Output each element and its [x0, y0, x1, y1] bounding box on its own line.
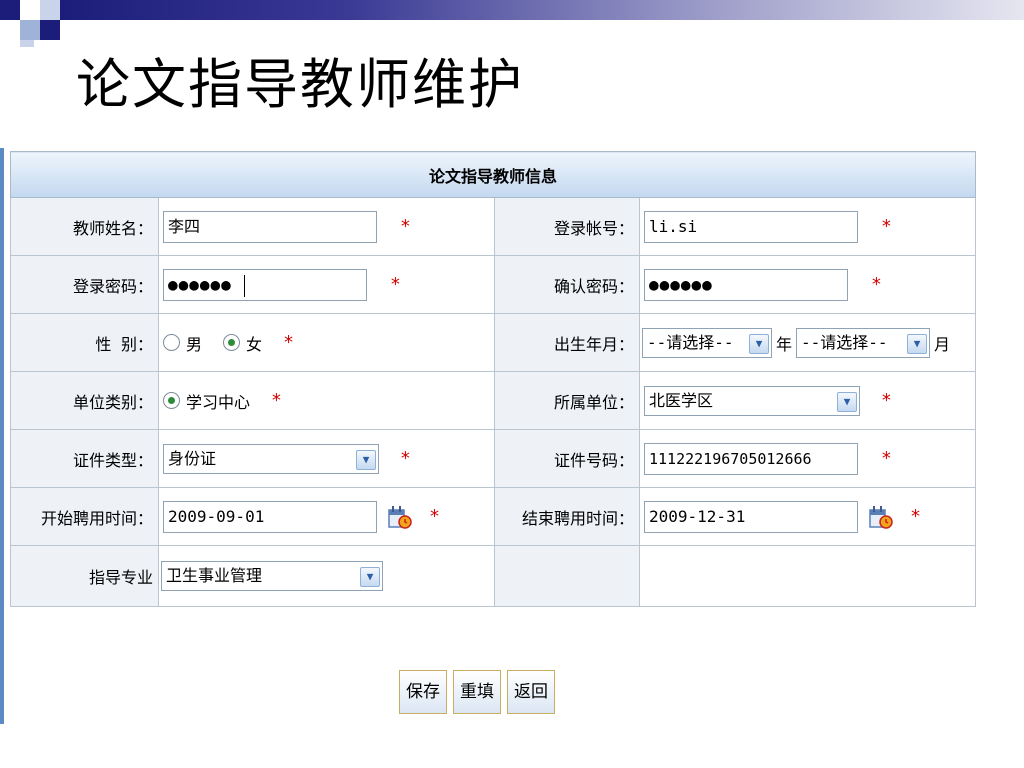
birth-month-select[interactable]: --请选择-- ▼	[796, 327, 931, 358]
confirm-password-label: 确认密码：	[494, 255, 640, 314]
hire-start-input[interactable]: 2009-09-01	[163, 500, 377, 533]
login-account-label: 登录帐号：	[494, 197, 640, 256]
hire-start-label: 开始聘用时间：	[10, 487, 159, 546]
slide-decoration	[0, 0, 1024, 47]
required-mark: *	[429, 506, 440, 527]
gender-label: 性 别：	[10, 313, 159, 372]
birth-label: 出生年月：	[494, 313, 640, 372]
chevron-down-icon: ▼	[360, 567, 380, 587]
month-unit-label: 月	[934, 334, 951, 354]
reset-button[interactable]: 重填	[453, 670, 501, 714]
login-password-value: ●●●●●●	[168, 274, 232, 294]
teacher-name-label: 教师姓名：	[10, 197, 159, 256]
required-mark: *	[283, 332, 294, 353]
required-mark: *	[881, 216, 892, 237]
required-mark: *	[400, 448, 411, 469]
affiliated-unit-label: 所属单位：	[494, 371, 640, 430]
text-cursor	[244, 274, 245, 297]
gender-male-radio[interactable]	[163, 334, 180, 351]
gender-female-radio[interactable]	[223, 334, 241, 351]
calendar-icon[interactable]	[386, 503, 414, 531]
left-border-line	[0, 148, 4, 724]
year-unit-label: 年	[776, 334, 793, 354]
back-button[interactable]: 返回	[507, 670, 555, 714]
chevron-down-icon: ▼	[749, 333, 769, 354]
birth-year-select[interactable]: --请选择-- ▼	[642, 327, 772, 358]
required-mark: *	[881, 448, 892, 469]
empty-cell	[494, 545, 640, 607]
required-mark: *	[390, 274, 401, 295]
form-heading: 论文指导教师信息	[10, 151, 976, 198]
save-button[interactable]: 保存	[399, 670, 447, 714]
gender-female-label: 女	[246, 334, 263, 354]
unit-type-label: 单位类别：	[10, 371, 159, 430]
required-mark: *	[881, 390, 892, 411]
affiliated-unit-select[interactable]: 北医学区 ▼	[644, 385, 860, 416]
required-mark: *	[271, 390, 282, 411]
gender-male-label: 男	[186, 334, 203, 354]
major-label: 指导专业	[10, 545, 159, 607]
id-number-input[interactable]: 111222196705012666	[644, 442, 858, 475]
chevron-down-icon: ▼	[356, 449, 376, 470]
login-password-label: 登录密码：	[10, 255, 159, 314]
major-select[interactable]: 卫生事业管理 ▼	[161, 561, 383, 591]
chevron-down-icon: ▼	[837, 391, 857, 412]
hire-end-input[interactable]: 2009-12-31	[644, 500, 858, 533]
calendar-icon[interactable]	[867, 503, 895, 531]
required-mark: *	[400, 216, 411, 237]
id-number-label: 证件号码：	[494, 429, 640, 488]
login-password-input[interactable]: ●●●●●●	[163, 268, 367, 301]
hire-end-label: 结束聘用时间：	[494, 487, 640, 546]
empty-cell	[639, 545, 976, 607]
required-mark: *	[910, 506, 921, 527]
required-mark: *	[871, 274, 882, 295]
teacher-name-input[interactable]: 李四	[163, 210, 377, 243]
unit-type-option: 学习中心	[186, 392, 251, 412]
unit-type-radio[interactable]	[163, 392, 180, 409]
confirm-password-value: ●●●●●●	[649, 274, 713, 294]
id-type-label: 证件类型：	[10, 429, 159, 488]
confirm-password-input[interactable]: ●●●●●●	[644, 268, 848, 301]
login-account-input[interactable]: li.si	[644, 210, 858, 243]
teacher-info-form: 论文指导教师信息 教师姓名： 李四 * 登录帐号： li.si * 登录密码： …	[10, 151, 976, 607]
slide-title: 论文指导教师维护	[76, 53, 524, 116]
chevron-down-icon: ▼	[907, 333, 928, 354]
form-actions: 保存 重填 返回	[399, 670, 561, 714]
id-type-select[interactable]: 身份证 ▼	[163, 443, 379, 474]
